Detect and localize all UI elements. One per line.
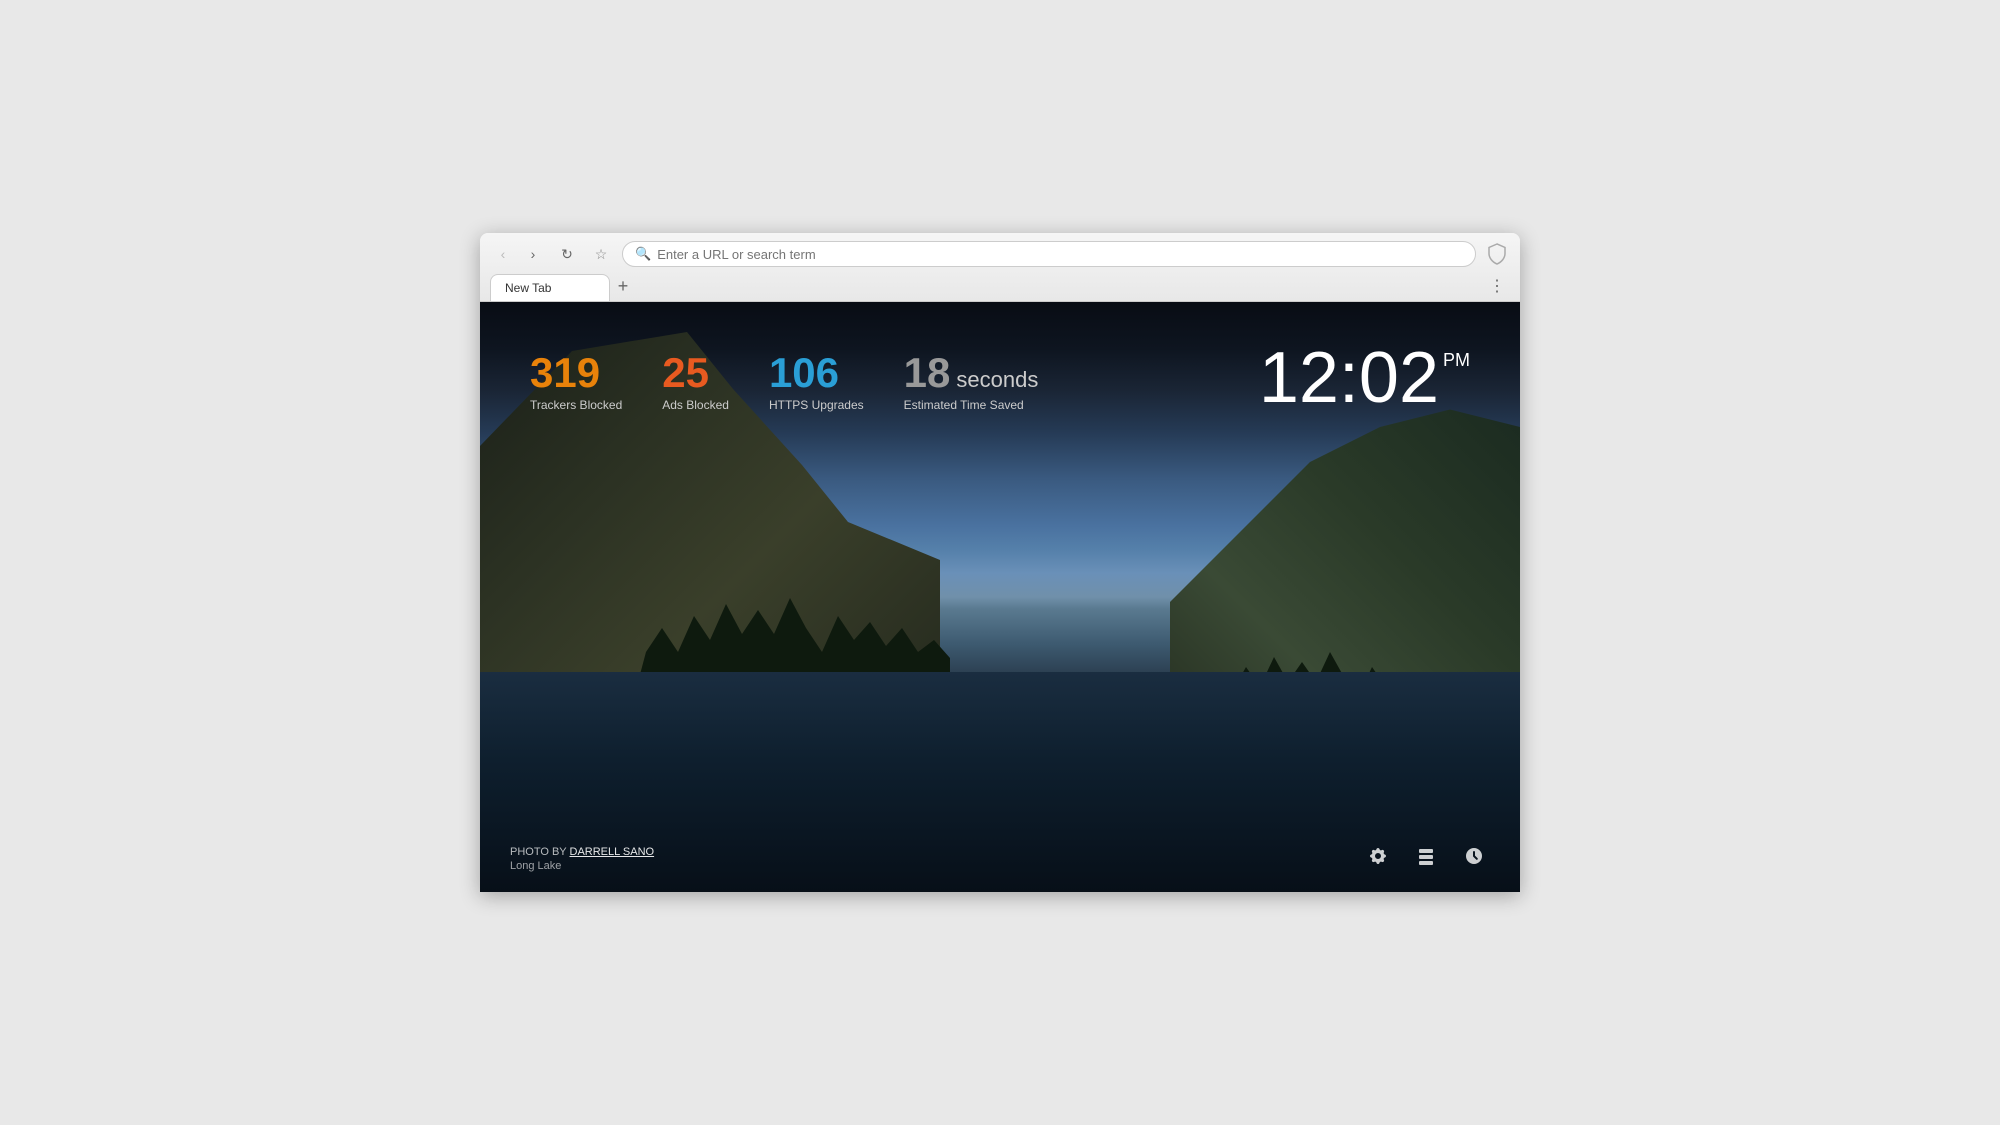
brave-shield-button[interactable] [1484, 241, 1510, 267]
trackers-label: Trackers Blocked [530, 398, 622, 412]
trackers-blocked-stat: 319 Trackers Blocked [530, 352, 622, 412]
seconds-label: seconds [956, 367, 1038, 393]
active-tab[interactable]: New Tab [490, 274, 610, 301]
bottom-icons [1362, 840, 1490, 872]
refresh-icon: ↻ [561, 246, 573, 263]
photo-location: Long Lake [510, 860, 654, 872]
browser-window: ‹ › ↻ ☆ 🔍 [480, 233, 1520, 892]
ads-number: 25 [662, 352, 729, 394]
https-upgrades-stat: 106 HTTPS Upgrades [769, 352, 864, 412]
clock-ampm: PM [1443, 350, 1470, 371]
tabs-bar: New Tab + ⋮ [490, 273, 1510, 301]
https-label: HTTPS Upgrades [769, 398, 864, 412]
photo-credit-container: PHOTO BY DARRELL SANO Long Lake [510, 846, 654, 872]
overflow-icon: ⋮ [1489, 276, 1505, 296]
forward-icon: › [531, 246, 536, 262]
trackers-number: 319 [530, 352, 622, 394]
time-number-row: 18 seconds [904, 352, 1039, 394]
refresh-button[interactable]: ↻ [554, 241, 580, 267]
credit-prefix: PHOTO BY [510, 846, 566, 858]
time-number: 18 [904, 352, 951, 394]
address-bar[interactable]: 🔍 [622, 241, 1476, 267]
clock-overlay: 12:02 PM [1259, 342, 1470, 414]
search-icon: 🔍 [635, 246, 651, 262]
widgets-button[interactable] [1410, 840, 1442, 872]
ads-blocked-stat: 25 Ads Blocked [662, 352, 729, 412]
bottom-bar: PHOTO BY DARRELL SANO Long Lake [480, 840, 1520, 872]
plus-icon: + [618, 276, 629, 297]
new-tab-button[interactable]: + [610, 273, 636, 299]
clock-time: 12:02 [1259, 342, 1439, 414]
photographer-link[interactable]: DARRELL SANO [570, 846, 655, 858]
nav-buttons: ‹ › [490, 241, 546, 267]
forward-button[interactable]: › [520, 241, 546, 267]
new-tab-page: 319 Trackers Blocked 25 Ads Blocked 106 … [480, 302, 1520, 892]
photo-credit: PHOTO BY DARRELL SANO [510, 846, 654, 858]
tab-overflow-button[interactable]: ⋮ [1484, 273, 1510, 299]
history-button[interactable] [1458, 840, 1490, 872]
bookmark-button[interactable]: ☆ [588, 241, 614, 267]
stats-overlay: 319 Trackers Blocked 25 Ads Blocked 106 … [530, 352, 1038, 412]
browser-chrome: ‹ › ↻ ☆ 🔍 [480, 233, 1520, 302]
time-saved-stat: 18 seconds Estimated Time Saved [904, 352, 1039, 412]
back-button[interactable]: ‹ [490, 241, 516, 267]
tab-label: New Tab [505, 281, 551, 295]
ads-label: Ads Blocked [662, 398, 729, 412]
browser-toolbar: ‹ › ↻ ☆ 🔍 [490, 241, 1510, 267]
time-label: Estimated Time Saved [904, 398, 1039, 412]
star-icon: ☆ [595, 246, 608, 263]
https-number: 106 [769, 352, 864, 394]
url-input[interactable] [657, 247, 1463, 262]
back-icon: ‹ [501, 246, 506, 262]
photographer-name: DARRELL SANO [570, 846, 655, 858]
settings-button[interactable] [1362, 840, 1394, 872]
